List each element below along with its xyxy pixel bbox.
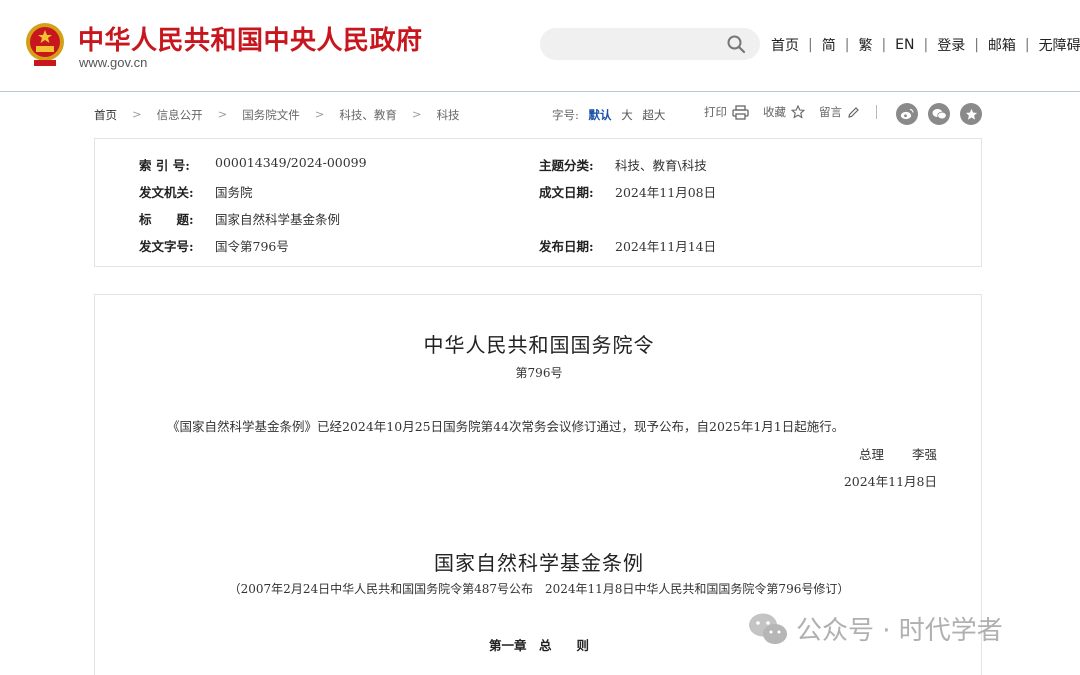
breadcrumb-sci-edu[interactable]: 科技、教育 — [339, 107, 397, 123]
nav-english[interactable]: EN — [895, 37, 914, 53]
meta-publish-value: 2024年11月14日 — [615, 239, 717, 254]
breadcrumb-separator: > — [217, 107, 228, 121]
meta-category: 主题分类: 科技、教育\科技 — [539, 155, 707, 174]
meta-written-date: 成文日期: 2024年11月08日 — [539, 182, 716, 201]
favorite-share-button[interactable] — [960, 103, 982, 125]
font-size-switcher: 字号: 默认 大 超大 — [552, 107, 665, 123]
meta-index: 索 引 号: 000014349/2024-00099 — [139, 155, 367, 174]
font-size-large[interactable]: 大 — [621, 108, 633, 122]
nav-simplified[interactable]: 简 — [822, 35, 836, 55]
font-size-default[interactable]: 默认 — [589, 108, 612, 122]
nav-accessibility[interactable]: 无障碍 — [1039, 35, 1080, 55]
meta-doc-number-value: 国令第796号 — [215, 239, 289, 254]
signer: 总理 李强 — [859, 444, 937, 463]
meta-title-label: 标 题: — [139, 212, 194, 227]
pencil-icon — [848, 106, 859, 118]
wechat-share-button[interactable] — [928, 103, 950, 125]
order-title: 中华人民共和国国务院令 — [423, 333, 655, 357]
breadcrumb-state-council-docs[interactable]: 国务院文件 — [242, 107, 300, 123]
regulation-subtitle: （2007年2月24日中华人民共和国国务院令第487号公布 2024年11月8日… — [228, 582, 850, 596]
watermark-text: 公众号 · 时代学者 — [796, 616, 1003, 646]
national-emblem-icon[interactable] — [24, 22, 66, 68]
wechat-icon — [932, 109, 947, 120]
nav-separator: | — [808, 37, 813, 53]
print-button[interactable]: 打印 — [704, 104, 749, 120]
meta-doc-number: 发文字号: 国令第796号 — [139, 236, 289, 255]
nav-separator: | — [844, 37, 850, 53]
star-outline-icon — [791, 105, 805, 119]
breadcrumb-sci[interactable]: 科技 — [437, 107, 460, 123]
meta-publish-label: 发布日期: — [539, 239, 594, 254]
tools-divider — [876, 105, 877, 119]
wechat-logo-icon — [749, 613, 787, 644]
breadcrumb-separator: > — [314, 107, 325, 121]
nav-login[interactable]: 登录 — [937, 35, 965, 55]
breadcrumb-info-public[interactable]: 信息公开 — [157, 107, 203, 123]
meta-title: 标 题: 国家自然科学基金条例 — [139, 209, 340, 228]
signer-name: 李强 — [911, 447, 937, 462]
breadcrumb-home[interactable]: 首页 — [94, 107, 117, 123]
weibo-share-button[interactable] — [896, 103, 918, 125]
site-header: 中华人民共和国中央人民政府 www.gov.cn 首页 | 简 | 繁 | EN… — [0, 0, 1080, 92]
font-size-label: 字号: — [552, 108, 579, 122]
meta-issuer-value: 国务院 — [215, 185, 253, 200]
favorite-label: 收藏 — [763, 105, 786, 119]
page-tools: 打印 收藏 留言 — [704, 104, 901, 120]
printer-icon — [732, 104, 749, 120]
nav-separator: | — [974, 37, 979, 53]
nav-traditional[interactable]: 繁 — [858, 35, 872, 55]
nav-home[interactable]: 首页 — [771, 35, 799, 55]
share-buttons — [896, 103, 992, 125]
meta-index-label: 索 引 号: — [139, 158, 190, 173]
nav-separator: | — [881, 37, 887, 53]
toolbar: 首页 > 信息公开 > 国务院文件 > 科技、教育 > 科技 字号: 默认 大 … — [94, 100, 984, 128]
top-nav: 首页 | 简 | 繁 | EN | 登录 | 邮箱 | 无障碍 — [771, 35, 1080, 55]
nav-separator: | — [1024, 37, 1030, 53]
breadcrumb-separator: > — [411, 107, 422, 121]
meta-issuer: 发文机关: 国务院 — [139, 182, 253, 201]
sign-date: 2024年11月8日 — [843, 474, 937, 489]
meta-written-value: 2024年11月08日 — [615, 185, 717, 200]
order-paragraph: 《国家自然科学基金条例》已经2024年10月25日国务院第44次常务会议修订通过… — [167, 419, 845, 434]
signer-role: 总理 — [858, 447, 884, 462]
meta-index-value: 000014349/2024-00099 — [215, 155, 367, 170]
nav-separator: | — [923, 37, 929, 53]
weibo-icon — [900, 108, 914, 120]
meta-written-label: 成文日期: — [539, 185, 594, 200]
document-meta-box: 索 引 号: 000014349/2024-00099 主题分类: 科技、教育\… — [94, 138, 982, 267]
meta-issuer-label: 发文机关: — [139, 185, 194, 200]
search-icon[interactable] — [726, 34, 746, 54]
meta-publish-date: 发布日期: 2024年11月14日 — [539, 236, 716, 255]
favorite-button[interactable]: 收藏 — [763, 104, 805, 120]
comment-button[interactable]: 留言 — [819, 104, 860, 120]
watermark: 公众号 · 时代学者 — [748, 610, 1003, 647]
meta-category-label: 主题分类: — [539, 158, 594, 173]
site-domain: www.gov.cn — [79, 55, 148, 70]
print-label: 打印 — [704, 105, 727, 119]
order-number: 第796号 — [515, 366, 563, 380]
regulation-title: 国家自然科学基金条例 — [434, 551, 644, 575]
meta-title-value: 国家自然科学基金条例 — [215, 212, 341, 227]
site-title[interactable]: 中华人民共和国中央人民政府 — [78, 20, 423, 57]
breadcrumb: 首页 > 信息公开 > 国务院文件 > 科技、教育 > 科技 — [94, 107, 460, 123]
font-size-xlarge[interactable]: 超大 — [642, 108, 665, 122]
breadcrumb-separator: > — [132, 107, 142, 121]
meta-doc-number-label: 发文字号: — [139, 239, 194, 254]
nav-mail[interactable]: 邮箱 — [988, 35, 1016, 55]
star-icon — [965, 108, 977, 120]
comment-label: 留言 — [819, 105, 842, 119]
meta-category-value: 科技、教育\科技 — [615, 158, 707, 173]
